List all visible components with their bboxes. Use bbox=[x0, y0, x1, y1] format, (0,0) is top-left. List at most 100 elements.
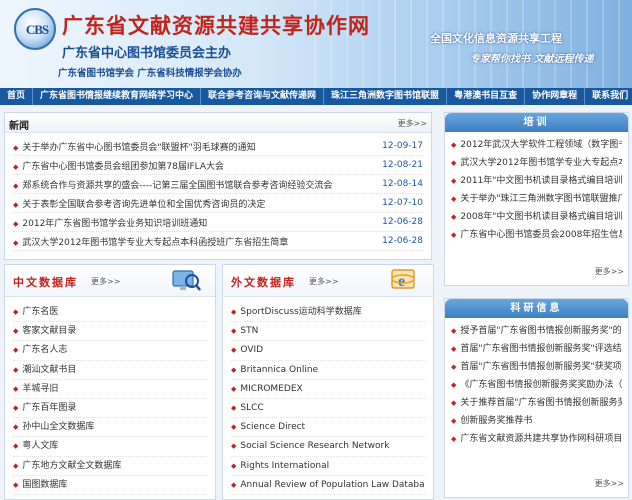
training-item[interactable]: ◆2011年"中文图书机读目录格式编目培训班"的通知 bbox=[451, 172, 622, 190]
list-item[interactable]: ◆ STN bbox=[231, 322, 425, 342]
training-item[interactable]: ◆2012年武汉大学软件工程领域（数字图书馆方向） bbox=[451, 136, 622, 154]
training-item[interactable]: ◆ 广东省中心图书馆委员会2008年招生信息 bbox=[451, 226, 622, 244]
list-item[interactable]: ◆ Britannica Online bbox=[231, 361, 425, 380]
news-more-link[interactable]: 更多>> bbox=[398, 118, 427, 129]
database-name[interactable]: 潮汕文献书目 bbox=[22, 365, 76, 375]
database-name[interactable]: 客家文献目录 bbox=[22, 326, 76, 336]
news-item-title[interactable]: 郑系统合作与资源共享的盛会----记第三届全国图书馆联合参考咨询经验交流会 bbox=[22, 181, 332, 191]
list-item[interactable]: ◆ 广东名医 bbox=[13, 303, 207, 323]
research-item-text[interactable]: 广东省文献资源共建共享协作网科研项目管理办法 bbox=[460, 434, 622, 444]
news-item-title[interactable]: 关于表彰全国联合参考咨询先进单位和全国优秀咨询员的决定 bbox=[22, 200, 265, 210]
news-item-title[interactable]: 2012年广东省图书馆学会业务知识培训班通知 bbox=[22, 219, 207, 229]
list-item[interactable]: ◆ MICROMEDEX bbox=[231, 380, 425, 399]
research-item-text[interactable]: 首届"广东省图书情报创新服务奖"评选结果揭晓 bbox=[460, 344, 622, 354]
database-name[interactable]: 羊城寻旧 bbox=[22, 384, 58, 394]
list-item[interactable]: ◆ Science Direct bbox=[231, 418, 425, 438]
list-item[interactable]: ◆ 粤人文库 bbox=[13, 437, 207, 457]
research-item-text[interactable]: 《广东省图书情报创新服务奖奖励办法（试行）》 bbox=[460, 380, 622, 390]
research-item-text[interactable]: 授予首届"广东省图书情报创新服务奖"的决定 bbox=[460, 326, 622, 336]
list-item[interactable]: ◆ 羊城寻旧 bbox=[13, 380, 207, 399]
bullet-icon: ◆ bbox=[13, 162, 19, 171]
slogan-secondary: 专家帮你找书 文献远程传递 bbox=[470, 54, 594, 65]
research-more-link[interactable]: 更多>> bbox=[595, 478, 624, 489]
database-name[interactable]: 广东百年图录 bbox=[22, 403, 76, 413]
list-item[interactable]: ◆ 客家文献目录 bbox=[13, 322, 207, 342]
research-item-text[interactable]: 创新服务奖推荐书 bbox=[460, 416, 532, 426]
research-item[interactable]: ◆关于推荐首届"广东省图书情报创新服务奖"项目... bbox=[451, 394, 622, 412]
nav-contact[interactable]: 联系我们 bbox=[585, 88, 632, 105]
database-name[interactable]: Britannica Online bbox=[240, 365, 318, 375]
database-name[interactable]: 粤人文库 bbox=[22, 441, 58, 451]
training-item-text[interactable]: 2011年"中文图书机读目录格式编目培训班"的通知 bbox=[460, 176, 622, 186]
bullet-icon: ◆ bbox=[13, 384, 19, 393]
bullet-icon: ◆ bbox=[13, 365, 19, 374]
list-item[interactable]: ◆ Annual Review of Population Law Databas… bbox=[231, 476, 425, 495]
nav-reference-consulting[interactable]: 联合参考咨询与文献传递网 bbox=[201, 88, 325, 105]
list-item[interactable]: ◆ SLCC bbox=[231, 399, 425, 419]
research-item[interactable]: ◆首届"广东省图书情报创新服务奖"评选结果揭晓 bbox=[451, 340, 622, 358]
research-item[interactable]: ◆广东省文献资源共建共享协作网科研项目管理办法 bbox=[451, 430, 622, 448]
news-item-title[interactable]: 广东省中心图书馆委员会组团参加第78届IFLA大会 bbox=[22, 162, 224, 172]
bullet-icon: ◆ bbox=[231, 308, 237, 316]
research-item[interactable]: ◆ 创新服务奖推荐书 bbox=[451, 412, 622, 430]
nav-home[interactable]: 首页 bbox=[0, 88, 34, 105]
research-item[interactable]: ◆首届"广东省图书情报创新服务奖"获奖项目公示 bbox=[451, 358, 622, 376]
news-item[interactable]: ◆ 关于表彰全国联合参考咨询先进单位和全国优秀咨询员的决定 12-07-10 bbox=[13, 194, 423, 213]
research-item-text[interactable]: 关于推荐首届"广东省图书情报创新服务奖"项目... bbox=[460, 398, 622, 408]
foreign-database-more-link[interactable]: 更多>> bbox=[309, 276, 338, 287]
list-item[interactable]: ◆ 广东地方文献全文数据库 bbox=[13, 457, 207, 476]
training-item[interactable]: ◆2008年"中文图书机读目录格式编目培训班"的通知 bbox=[451, 208, 622, 226]
training-item-text[interactable]: 武汉大学2012年图书馆学专业大专起点本科函授班 bbox=[460, 158, 622, 168]
site-logo[interactable]: CBS bbox=[14, 8, 56, 50]
training-item-text[interactable]: 2012年武汉大学软件工程领域（数字图书馆方向） bbox=[460, 140, 622, 150]
nav-charter[interactable]: 协作网章程 bbox=[525, 88, 586, 105]
news-item-title[interactable]: 武汉大学2012年图书馆学专业大专起点本科函授班广东省招生简章 bbox=[22, 238, 288, 248]
list-item[interactable]: ◆ 国图数据库 bbox=[13, 476, 207, 495]
training-item-text[interactable]: 关于举办"珠江三角洲数字图书馆联盟推广服务 bbox=[460, 194, 622, 204]
database-name[interactable]: Science Direct bbox=[240, 422, 305, 432]
database-name[interactable]: 孙中山全文数据库 bbox=[22, 422, 94, 432]
database-name[interactable]: 广东名人志 bbox=[22, 345, 67, 355]
news-item-title[interactable]: 关于举办广东省中心图书馆委员会"联盟杯"羽毛球赛的通知 bbox=[22, 143, 255, 153]
database-name[interactable]: 广东名医 bbox=[22, 307, 58, 317]
foreign-database-header: 外文数据库 更多>> e bbox=[223, 265, 433, 297]
research-item[interactable]: ◆ 授予首届"广东省图书情报创新服务奖"的决定 bbox=[451, 322, 622, 340]
list-item[interactable]: ◆ Social Science Research Network bbox=[231, 437, 425, 457]
database-name[interactable]: OVID bbox=[240, 345, 263, 355]
database-name[interactable]: SportDiscuss运动科学数据库 bbox=[240, 307, 361, 317]
research-item-text[interactable]: 首届"广东省图书情报创新服务奖"获奖项目公示 bbox=[460, 362, 622, 372]
training-item[interactable]: ◆武汉大学2012年图书馆学专业大专起点本科函授班 bbox=[451, 154, 622, 172]
training-item-text[interactable]: 2008年"中文图书机读目录格式编目培训班"的通知 bbox=[460, 212, 622, 222]
database-name[interactable]: Social Science Research Network bbox=[240, 441, 389, 451]
list-item[interactable]: ◆ 孙中山全文数据库 bbox=[13, 418, 207, 438]
news-item[interactable]: ◆ 武汉大学2012年图书馆学专业大专起点本科函授班广东省招生简章 12-06-28 bbox=[13, 232, 423, 251]
database-name[interactable]: Annual Review of Population Law Database bbox=[240, 480, 425, 490]
database-name[interactable]: STN bbox=[240, 326, 258, 336]
news-item[interactable]: ◆ 郑系统合作与资源共享的盛会----记第三届全国图书馆联合参考咨询经验交流会 12… bbox=[13, 175, 423, 194]
training-more-link[interactable]: 更多>> bbox=[595, 266, 624, 277]
database-name[interactable]: Rights International bbox=[240, 461, 329, 471]
training-item-text[interactable]: 广东省中心图书馆委员会2008年招生信息 bbox=[460, 230, 622, 240]
list-item[interactable]: ◆ 广东百年图录 bbox=[13, 399, 207, 419]
database-name[interactable]: 广东地方文献全文数据库 bbox=[22, 461, 121, 471]
bullet-icon: ◆ bbox=[451, 213, 457, 221]
bullet-icon: ◆ bbox=[13, 346, 19, 355]
news-item[interactable]: ◆ 关于举办广东省中心图书馆委员会"联盟杯"羽毛球赛的通知 12-09-17 bbox=[13, 137, 423, 156]
nav-catalog-search[interactable]: 粤港澳书目互查 bbox=[447, 88, 526, 105]
chinese-database-more-link[interactable]: 更多>> bbox=[91, 276, 120, 287]
list-item[interactable]: ◆ 广东名人志 bbox=[13, 341, 207, 361]
news-item-date: 12-06-28 bbox=[382, 217, 423, 227]
list-item[interactable]: ◆ Rights International bbox=[231, 457, 425, 476]
training-item[interactable]: ◆关于举办"珠江三角洲数字图书馆联盟推广服务 bbox=[451, 190, 622, 208]
list-item[interactable]: ◆ 潮汕文献书目 bbox=[13, 361, 207, 380]
database-name[interactable]: 国图数据库 bbox=[22, 480, 67, 490]
nav-learning-center[interactable]: 广东省图书情报继续教育网络学习中心 bbox=[33, 88, 202, 105]
research-item[interactable]: ◆《广东省图书情报创新服务奖奖励办法（试行）》 bbox=[451, 376, 622, 394]
database-name[interactable]: MICROMEDEX bbox=[240, 384, 302, 394]
list-item[interactable]: ◆ SportDiscuss运动科学数据库 bbox=[231, 303, 425, 323]
database-name[interactable]: SLCC bbox=[240, 403, 263, 413]
nav-prd-library-alliance[interactable]: 珠江三角洲数字图书馆联盟 bbox=[324, 88, 448, 105]
list-item[interactable]: ◆ OVID bbox=[231, 341, 425, 361]
news-item[interactable]: ◆ 广东省中心图书馆委员会组团参加第78届IFLA大会 12-08-21 bbox=[13, 156, 423, 175]
news-item[interactable]: ◆ 2012年广东省图书馆学会业务知识培训班通知 12-06-28 bbox=[13, 213, 423, 232]
